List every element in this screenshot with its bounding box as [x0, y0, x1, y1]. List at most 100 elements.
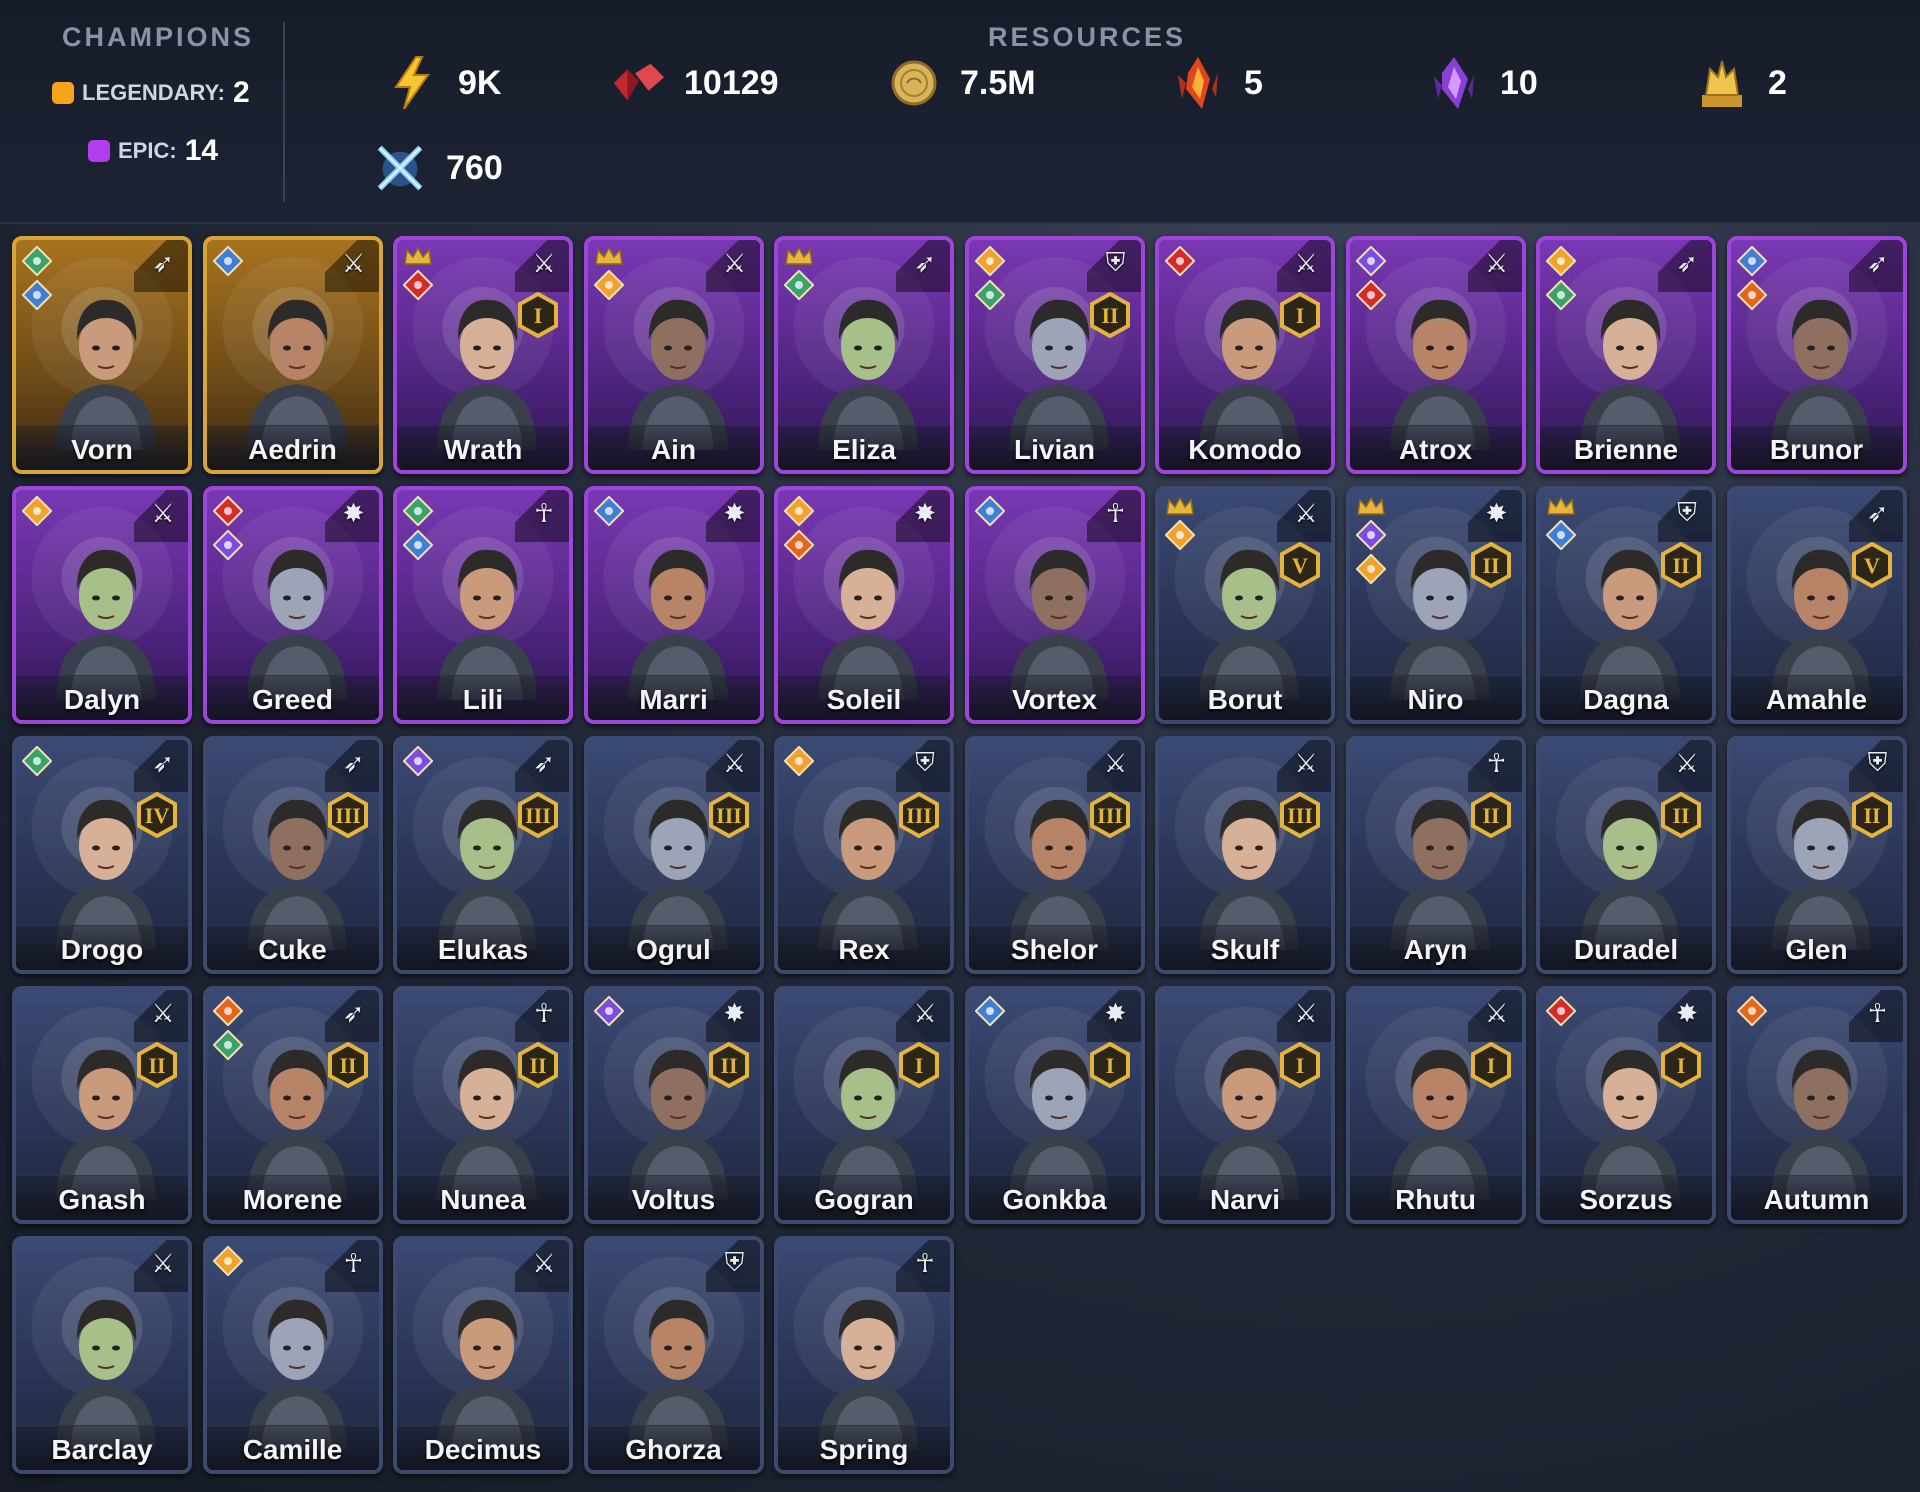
champion-card[interactable]: ⛨ II Dagna	[1536, 486, 1716, 724]
blue-affinity-icon	[974, 496, 1005, 526]
champion-card[interactable]: ☥ Lili	[393, 486, 573, 724]
champion-card[interactable]: ➶ III Cuke	[202, 736, 383, 974]
champion-card[interactable]: ⛨ II Livian	[964, 236, 1145, 474]
champion-card[interactable]: ⛨ Ghorza	[583, 1236, 764, 1474]
champion-card[interactable]: ⚔ Decimus	[393, 1236, 573, 1474]
green-affinity-icon	[212, 1030, 243, 1060]
champion-card[interactable]: ⚔ I Narvi	[1155, 986, 1335, 1224]
champion-card[interactable]: ➶ Vorn	[12, 236, 192, 474]
champion-card[interactable]: ✸ II Niro	[1345, 486, 1526, 724]
affinity-column	[784, 246, 814, 300]
champion-card[interactable]: ⛨ III Rex	[774, 736, 954, 974]
rank-numeral: II	[1672, 553, 1689, 578]
purple-affinity-icon	[212, 530, 243, 560]
crown-icon	[1356, 496, 1385, 515]
champion-card[interactable]: ✸ Marri	[583, 486, 764, 724]
champion-name: Elukas	[437, 934, 529, 965]
champion-card[interactable]: ☥ Camille	[202, 1236, 383, 1474]
champion-card[interactable]: ➶ II Morene	[202, 986, 383, 1224]
champion-card[interactable]: ⚔ Aedrin	[202, 236, 383, 474]
shield-role-icon: ⛨	[724, 1247, 745, 1277]
champion-card[interactable]: ✸ Soleil	[774, 486, 954, 724]
champion-card[interactable]: ➶ III Elukas	[393, 736, 573, 974]
resource-energy: 9K	[384, 55, 501, 111]
rank-numeral: I	[1296, 1053, 1305, 1078]
crown-icon	[404, 246, 432, 265]
champion-card[interactable]: ✸ Greed	[202, 486, 383, 724]
champion-card[interactable]: ⚔ III Shelor	[964, 736, 1145, 974]
affinity-column	[593, 996, 624, 1026]
red-affinity-icon	[1165, 246, 1195, 276]
resource-void-shards: 10	[1426, 55, 1538, 111]
champion-card[interactable]: ☥ Spring	[774, 1236, 954, 1474]
blue-affinity-icon	[212, 246, 243, 276]
legendary-count-row: LEGENDARY: 2	[52, 76, 250, 110]
champion-card[interactable]: ✸ I Sorzus	[1536, 986, 1716, 1224]
bow-role-icon: ➶	[533, 747, 555, 778]
champion-card[interactable]: ✸ I Gonkba	[964, 986, 1145, 1224]
champion-card[interactable]: ⚔ I Komodo	[1155, 236, 1335, 474]
fire-affinity-icon	[212, 996, 243, 1026]
champion-name: Ghorza	[625, 1434, 722, 1465]
champion-card[interactable]: ☥ II Nunea	[393, 986, 573, 1224]
champion-card[interactable]: ⚔ I Rhutu	[1345, 986, 1526, 1224]
champion-card[interactable]: ➶ Brunor	[1726, 236, 1907, 474]
champion-name: Niro	[1407, 684, 1464, 715]
champion-card[interactable]: ⚔ III Ogrul	[583, 736, 764, 974]
energy-value: 9K	[458, 63, 502, 102]
champion-card[interactable]: ⚔ III Skulf	[1155, 736, 1335, 974]
champion-name: Eliza	[832, 434, 896, 465]
champion-card[interactable]: ➶ Eliza	[774, 236, 954, 474]
champion-card[interactable]: ✸ II Voltus	[583, 986, 764, 1224]
champion-card[interactable]: ⚔ II Duradel	[1536, 736, 1716, 974]
orange-affinity-icon	[1355, 554, 1386, 584]
rank-numeral: II	[720, 1053, 737, 1078]
champion-card[interactable]: ☥ Vortex	[964, 486, 1145, 724]
rank-numeral: I	[534, 303, 543, 328]
rank-badge: II	[518, 1042, 558, 1088]
support-role-icon: ☥	[915, 1247, 935, 1278]
support-role-icon: ☥	[1486, 747, 1507, 778]
champion-card[interactable]: ⛨ II Glen	[1726, 736, 1907, 974]
purple-affinity-icon	[593, 996, 624, 1026]
rank-badge: II	[1661, 792, 1701, 838]
champion-card[interactable]: ➶ Brienne	[1536, 236, 1716, 474]
epic-color-icon	[88, 140, 110, 162]
champion-name: Decimus	[424, 1434, 542, 1465]
red-affinity-icon	[212, 496, 243, 526]
sword-role-icon: ⚔	[151, 497, 175, 528]
champion-card[interactable]: ⚔ I Gogran	[774, 986, 954, 1224]
champion-card[interactable]: ⚔ II Gnash	[12, 986, 192, 1224]
affinity-column	[593, 246, 624, 300]
champion-card[interactable]: ➶ IV Drogo	[12, 736, 192, 974]
gem-icon	[610, 55, 666, 111]
rank-badge: I	[1470, 1042, 1511, 1088]
champion-card[interactable]: ⚔ Atrox	[1345, 236, 1526, 474]
champion-card[interactable]: ⚔ Ain	[583, 236, 764, 474]
blue-affinity-icon	[1546, 520, 1576, 550]
champion-card[interactable]: ☥ Autumn	[1726, 986, 1907, 1224]
void-shard-icon	[1426, 55, 1482, 111]
champion-card[interactable]: ⚔ V Borut	[1155, 486, 1335, 724]
champion-card[interactable]: ⚔ I Wrath	[393, 236, 573, 474]
champion-name: Cuke	[258, 934, 327, 965]
champion-name: Brienne	[1573, 434, 1679, 465]
rank-badge: III	[708, 792, 749, 838]
support-role-icon: ☥	[534, 497, 554, 528]
champion-card[interactable]: ⚔ Barclay	[12, 1236, 192, 1474]
champion-card[interactable]: ➶ V Amahle	[1726, 486, 1907, 724]
champion-card[interactable]: ☥ II Aryn	[1345, 736, 1526, 974]
sword-role-icon: ⚔	[1103, 747, 1128, 778]
champion-card[interactable]: ⚔ Dalyn	[12, 486, 192, 724]
epic-label: EPIC:	[118, 138, 177, 163]
bow-role-icon: ➶	[342, 997, 365, 1028]
rank-badge: III	[1280, 792, 1320, 838]
champion-name: Barclay	[51, 1434, 153, 1465]
rank-badge: II	[1661, 542, 1701, 588]
staff-role-icon: ✸	[342, 497, 365, 528]
affinity-column	[212, 246, 243, 276]
sword-role-icon: ⚔	[532, 247, 556, 278]
champion-name: Ain	[650, 434, 697, 465]
rank-badge: I	[899, 1042, 939, 1088]
blue-affinity-icon	[22, 280, 52, 310]
